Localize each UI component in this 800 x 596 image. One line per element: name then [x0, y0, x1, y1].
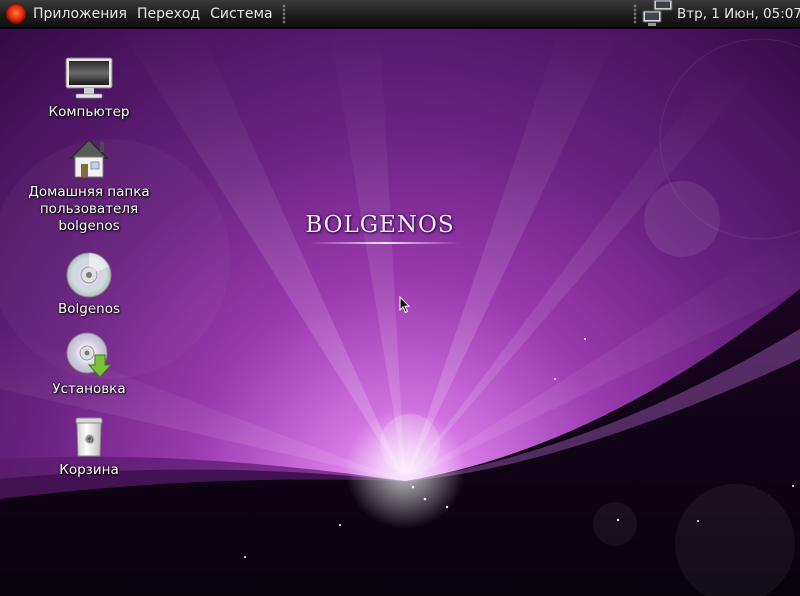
- install-icon: [66, 332, 113, 378]
- desktop-icon-install[interactable]: Установка: [9, 331, 169, 398]
- trash-icon: ♻: [75, 417, 103, 457]
- clock[interactable]: Втр, 1 Июн, 05:07: [677, 0, 800, 28]
- desktop-icon-computer[interactable]: Компьютер: [9, 54, 169, 121]
- svg-text:♻: ♻: [85, 435, 93, 445]
- brand-logo-text: BOLGENOS: [305, 212, 455, 238]
- desktop-icon-label: Установка: [52, 381, 126, 397]
- menu-applications[interactable]: Приложения: [26, 6, 132, 22]
- desktop-icon-label: Bolgenos: [58, 301, 120, 317]
- desktop-icon-label: Домашняя папка пользователя bolgenos: [28, 184, 150, 234]
- distro-logo-icon[interactable]: [6, 3, 26, 24]
- top-panel: Приложения Переход Система Втр, 1 Июн, 0…: [0, 0, 800, 28]
- menu-places[interactable]: Переход: [132, 6, 205, 22]
- mouse-pointer-icon: [399, 296, 411, 314]
- menu-system[interactable]: Система: [205, 6, 277, 22]
- home-folder-icon: [69, 138, 109, 178]
- network-icon[interactable]: [640, 0, 674, 28]
- cd-icon: [66, 252, 112, 298]
- desktop-icon-bolgenos-cd[interactable]: Bolgenos: [9, 251, 169, 318]
- panel-drag-handle[interactable]: [281, 3, 286, 24]
- desktop-icon-label: Компьютер: [48, 104, 130, 120]
- desktop[interactable]: BOLGENOS Компьютер Домашняя папка пользо…: [0, 29, 800, 596]
- desktop-icon-trash[interactable]: ♻ Корзина: [9, 412, 169, 479]
- panel-drag-handle-right[interactable]: [633, 4, 637, 24]
- desktop-icon-home-folder[interactable]: Домашняя папка пользователя bolgenos: [9, 134, 169, 235]
- computer-icon: [65, 57, 113, 99]
- desktop-icon-label: Корзина: [59, 462, 119, 478]
- brand-underline: [310, 242, 460, 244]
